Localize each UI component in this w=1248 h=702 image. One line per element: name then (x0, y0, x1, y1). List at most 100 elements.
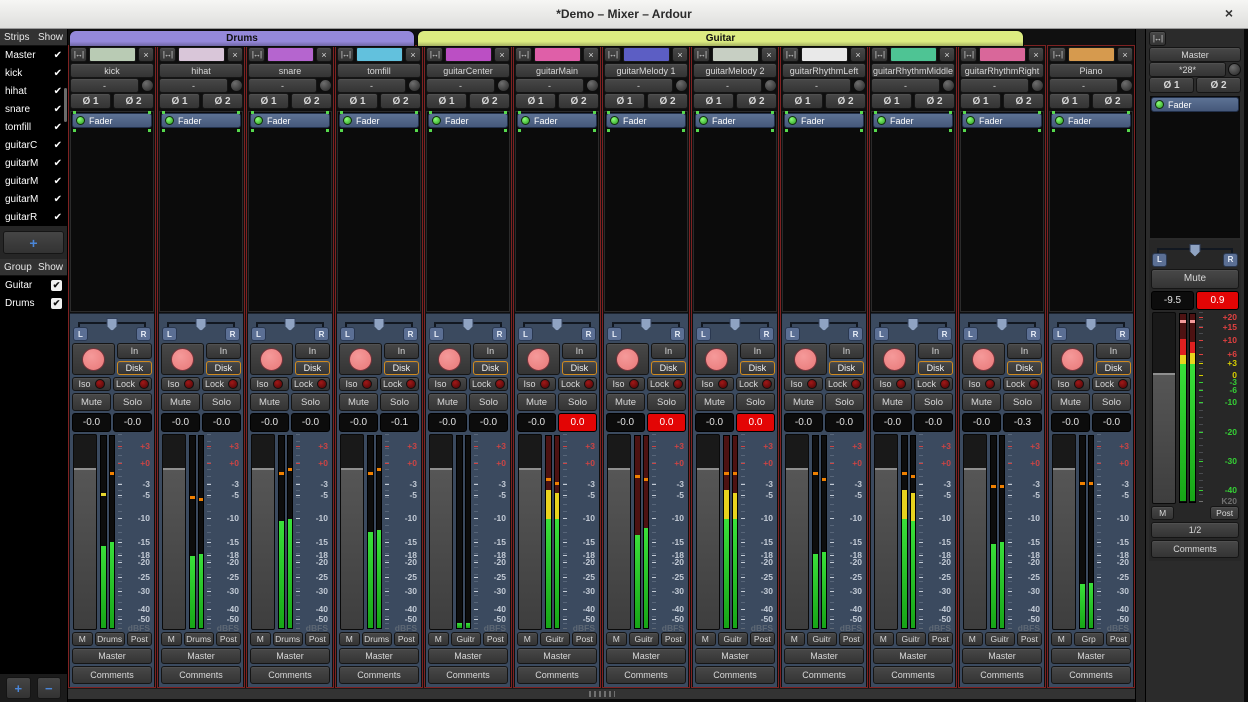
mute-button[interactable]: Mute (1051, 393, 1090, 411)
comments-button[interactable]: Comments (962, 666, 1042, 684)
fader-handle[interactable] (1153, 373, 1175, 502)
volume-fader[interactable] (340, 434, 364, 630)
disk-button[interactable]: Disk (1007, 361, 1042, 375)
metering-point-button[interactable]: M (962, 632, 983, 646)
processor-box[interactable]: Fader (515, 111, 599, 312)
pan-handle[interactable] (285, 318, 296, 331)
fader-point-button[interactable]: Post (572, 632, 597, 646)
strip-name-button[interactable]: hihat (159, 63, 243, 78)
group-button[interactable]: Guitr (985, 632, 1015, 646)
strip-name-button[interactable]: guitarRhythmMiddle (871, 63, 955, 78)
pan-left-button[interactable]: L (162, 327, 177, 341)
gain-display[interactable]: -0.0 (250, 413, 289, 432)
solo-isolate-button[interactable]: Iso (962, 377, 1001, 391)
pan-right-button[interactable]: R (1115, 327, 1130, 341)
output-button[interactable]: Master (72, 648, 152, 664)
pan-left-button[interactable]: L (518, 327, 533, 341)
processor-box[interactable]: Fader (693, 111, 777, 312)
solo-button[interactable]: Solo (1092, 393, 1131, 411)
master-processor-box[interactable]: Fader (1149, 95, 1241, 239)
metering-point-button[interactable]: M (72, 632, 93, 646)
strip-width-toggle-icon[interactable]: |↔| (248, 47, 265, 62)
strip-name-button[interactable]: Piano (1049, 63, 1133, 78)
pan-left-button[interactable]: L (1052, 327, 1067, 341)
output-button[interactable]: Master (517, 648, 597, 664)
disk-button[interactable]: Disk (473, 361, 508, 375)
mute-button[interactable]: Mute (428, 393, 467, 411)
input-button[interactable]: In (1007, 343, 1042, 359)
group-button[interactable]: Guitr (540, 632, 570, 646)
trim-dropdown[interactable]: - (960, 78, 1029, 93)
master-peak-display[interactable]: 0.9 (1196, 291, 1239, 310)
record-arm-button[interactable] (339, 343, 382, 375)
fader-processor-button[interactable]: Fader (339, 113, 419, 128)
pan-left-button[interactable]: L (874, 327, 889, 341)
strip-hide-icon[interactable]: × (316, 47, 332, 62)
trim-dropdown[interactable]: - (159, 78, 228, 93)
processor-box[interactable]: Fader (960, 111, 1044, 312)
peak-display[interactable]: -0.0 (202, 413, 241, 432)
strips-list-item-kick[interactable]: kick✔ (0, 64, 67, 82)
pan-right-button[interactable]: R (136, 327, 151, 341)
strip-hide-icon[interactable]: × (405, 47, 421, 62)
strip-name-button[interactable]: guitarMelody 1 (604, 63, 688, 78)
pan-right-button[interactable]: R (314, 327, 329, 341)
input-button[interactable]: In (918, 343, 953, 359)
record-arm-button[interactable] (784, 343, 827, 375)
record-arm-button[interactable] (1051, 343, 1094, 375)
solo-isolate-button[interactable]: Iso (1051, 377, 1090, 391)
solo-button[interactable]: Solo (291, 393, 330, 411)
strip-color-swatch[interactable] (623, 47, 670, 62)
processor-box[interactable]: Fader (782, 111, 866, 312)
trim-dropdown[interactable]: - (337, 78, 406, 93)
peak-display[interactable]: -0.0 (469, 413, 508, 432)
fader-handle[interactable] (341, 468, 363, 629)
strip-color-swatch[interactable] (979, 47, 1026, 62)
strip-visible-checkmark-icon[interactable]: ✔ (54, 158, 62, 169)
trim-knob[interactable] (853, 79, 866, 92)
fader-point-button[interactable]: Post (305, 632, 330, 646)
vertical-scrollbar[interactable] (1135, 29, 1146, 702)
strip-width-toggle-icon[interactable]: |↔| (693, 47, 710, 62)
group-button[interactable]: Guitr (629, 632, 659, 646)
mute-button[interactable]: Mute (250, 393, 289, 411)
disk-button[interactable]: Disk (651, 361, 686, 375)
processor-box[interactable]: Fader (248, 111, 332, 312)
peak-display[interactable]: -0.0 (291, 413, 330, 432)
master-output-button[interactable]: 1/2 (1151, 522, 1239, 538)
group-button[interactable]: Guitr (807, 632, 837, 646)
group-button[interactable]: Drums (184, 632, 214, 646)
processor-box[interactable]: Fader (426, 111, 510, 312)
mute-button[interactable]: Mute (606, 393, 645, 411)
solo-button[interactable]: Solo (202, 393, 241, 411)
metering-point-button[interactable]: M (339, 632, 360, 646)
trim-knob[interactable] (1031, 79, 1044, 92)
gain-display[interactable]: -0.0 (517, 413, 556, 432)
pan-left-button[interactable]: L (340, 327, 355, 341)
strip-name-button[interactable]: guitarCenter (426, 63, 510, 78)
pan-handle[interactable] (730, 318, 741, 331)
fader-processor-button[interactable]: Fader (606, 113, 686, 128)
phase-2-button[interactable]: Ø 2 (914, 93, 955, 109)
strip-color-swatch[interactable] (267, 47, 314, 62)
phase-2-button[interactable]: Ø 2 (469, 93, 510, 109)
comments-button[interactable]: Comments (428, 666, 508, 684)
gain-display[interactable]: -0.0 (428, 413, 467, 432)
pan-left-button[interactable]: L (963, 327, 978, 341)
trim-dropdown[interactable]: - (70, 78, 139, 93)
fader-handle[interactable] (697, 468, 719, 629)
phase-1-button[interactable]: Ø 1 (1049, 93, 1090, 109)
strip-visible-checkmark-icon[interactable]: ✔ (54, 176, 62, 187)
solo-isolate-button[interactable]: Iso (784, 377, 823, 391)
gain-display[interactable]: -0.0 (962, 413, 1001, 432)
strip-color-swatch[interactable] (356, 47, 403, 62)
volume-fader[interactable] (874, 434, 898, 630)
strips-list-scrollbar[interactable] (64, 88, 67, 122)
fader-point-button[interactable]: Post (1106, 632, 1131, 646)
metering-point-button[interactable]: M (695, 632, 716, 646)
strip-hide-icon[interactable]: × (672, 47, 688, 62)
metering-point-button[interactable]: M (1051, 632, 1072, 646)
pan-handle[interactable] (641, 318, 652, 331)
input-button[interactable]: In (384, 343, 419, 359)
group-button[interactable]: Guitr (451, 632, 481, 646)
